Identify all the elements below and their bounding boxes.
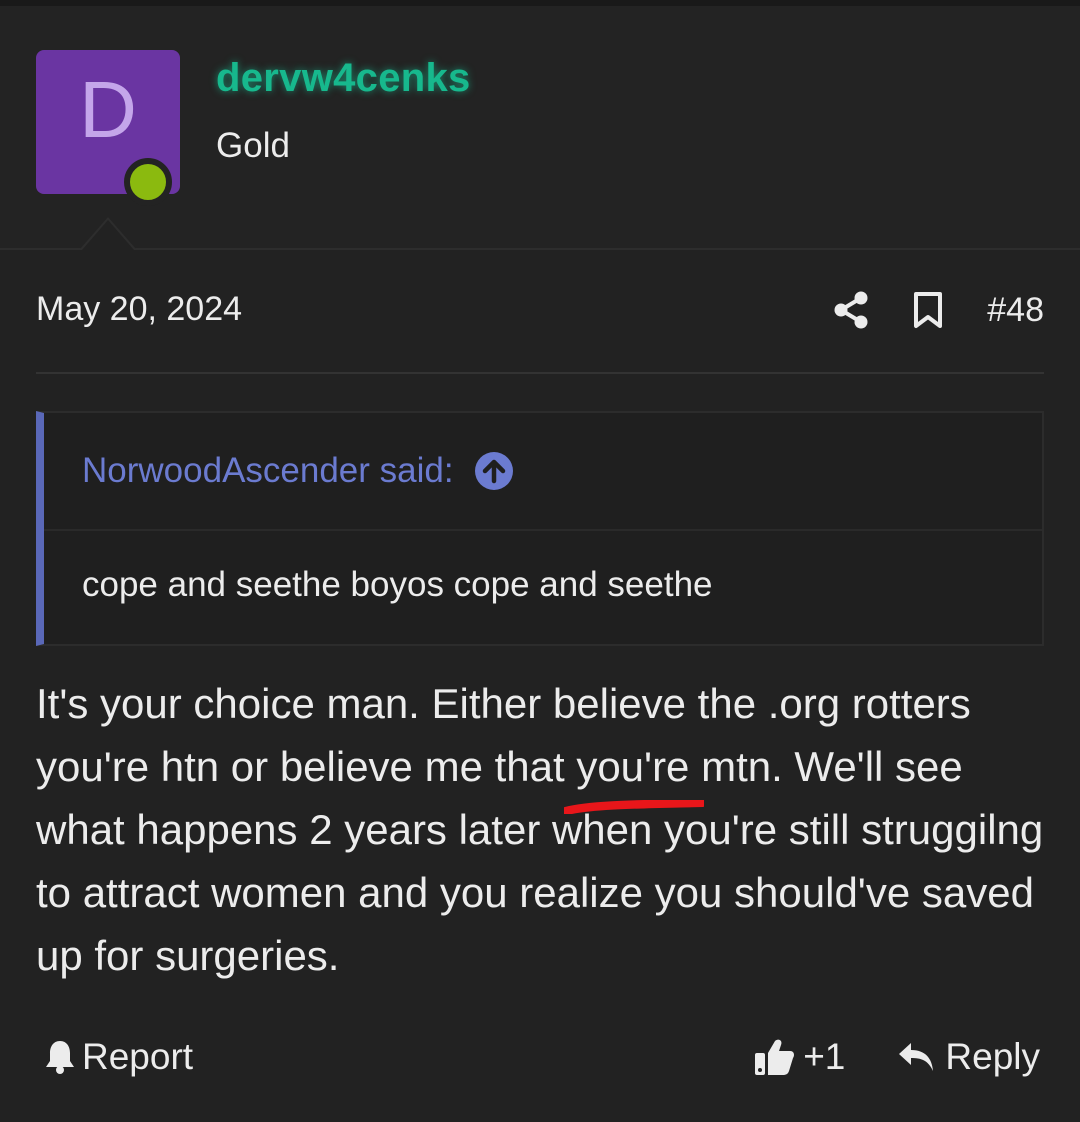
like-button[interactable]: +1: [753, 1036, 845, 1078]
report-label: Report: [82, 1036, 194, 1077]
bell-icon: [46, 1041, 74, 1074]
quote-text: cope and seethe boyos cope and seethe: [82, 565, 713, 604]
report-button[interactable]: Report: [44, 1036, 193, 1078]
quote-author[interactable]: NorwoodAscender said:: [82, 451, 454, 491]
reply-icon: [899, 1043, 934, 1071]
bookmark-button[interactable]: [913, 291, 943, 329]
user-title: Gold: [216, 126, 290, 165]
reply-label: Reply: [945, 1036, 1040, 1077]
post-page: D dervw4cenks Gold May 20, 2024 #48 Norw…: [0, 0, 1080, 1122]
quote-header[interactable]: NorwoodAscender said:: [44, 413, 1042, 531]
highlight-words: you're mtn: [576, 743, 772, 790]
thumbs-up-icon: [755, 1039, 795, 1075]
post-reactions: +1 Reply: [753, 1036, 1040, 1078]
divider: [36, 372, 1044, 374]
username-link[interactable]: dervw4cenks: [216, 56, 471, 101]
reply-button[interactable]: Reply: [897, 1036, 1040, 1078]
bookmark-icon: [914, 292, 943, 328]
share-button[interactable]: [833, 291, 869, 329]
post-number-link[interactable]: #48: [987, 291, 1044, 330]
online-status-indicator: [124, 158, 172, 206]
post-footer: Report +1 Reply: [36, 1030, 1044, 1090]
share-icon: [834, 291, 868, 329]
quote-block: NorwoodAscender said: cope and seethe bo…: [36, 411, 1044, 646]
post-date-link[interactable]: May 20, 2024: [36, 290, 242, 329]
like-count: +1: [803, 1036, 846, 1077]
avatar-letter: D: [79, 65, 137, 154]
red-underline-annotation: [564, 800, 705, 814]
user-header: D dervw4cenks Gold: [0, 6, 1080, 250]
highlighted-text: you're mtn: [564, 735, 772, 814]
post-actions: #48: [833, 286, 1044, 334]
post-message: It's your choice man. Either believe the…: [36, 672, 1046, 987]
arrow-up-circle-icon[interactable]: [474, 451, 514, 491]
